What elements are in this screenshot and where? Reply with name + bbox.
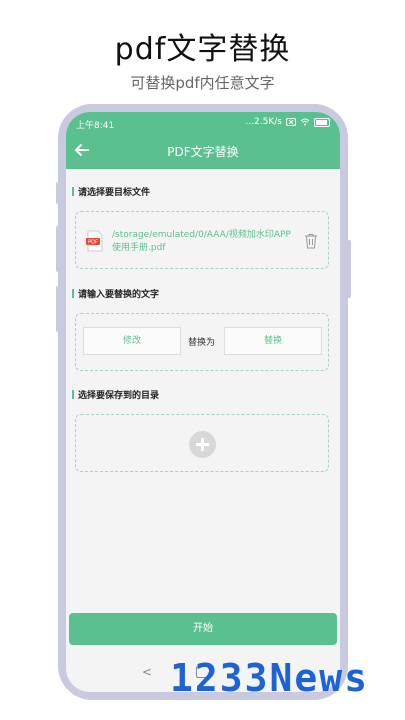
status-bar: 上午8:41 ...2.5K/s	[66, 112, 340, 134]
to-text-input[interactable]: 替换	[224, 327, 322, 355]
app-bar: 上午8:41 ...2.5K/s PDF文字替换	[66, 112, 340, 169]
promo-title: pdf文字替换	[114, 32, 291, 67]
battery-icon	[314, 117, 330, 127]
file-picker-box[interactable]: PDF /storage/emulated/0/AAA/视频加水印APP 使用手…	[75, 211, 329, 269]
save-dir-picker-box[interactable]	[75, 414, 329, 472]
section-label-replace: 请输入要替换的文字	[72, 287, 159, 300]
selected-file-path: /storage/emulated/0/AAA/视频加水印APP 使用手册.pd…	[112, 230, 291, 253]
sim-x-icon	[286, 118, 296, 126]
trash-icon[interactable]	[304, 233, 318, 249]
status-right: ...2.5K/s	[245, 117, 330, 127]
section-label-save-dir: 选择要保存到的目录	[72, 388, 159, 401]
phone-power-button	[346, 240, 351, 298]
phone-screen: 上午8:41 ...2.5K/s PDF文字替换 请选择要目标文件 PDF /s…	[66, 112, 340, 692]
pdf-file-icon: PDF	[86, 230, 103, 252]
replace-input-box: 修改 替换为 替换	[75, 313, 329, 371]
start-button[interactable]: 开始	[69, 613, 337, 645]
plus-circle-icon[interactable]	[189, 431, 216, 458]
page-title: PDF文字替换	[167, 145, 239, 159]
wifi-icon	[300, 118, 310, 126]
network-speed: ...2.5K/s	[245, 117, 282, 127]
replace-with-label: 替换为	[188, 338, 216, 348]
phone-side-button	[56, 226, 61, 272]
svg-text:PDF: PDF	[88, 240, 98, 246]
status-time: 上午8:41	[76, 121, 115, 131]
promo-subtitle: 可替换pdf内任意文字	[130, 74, 275, 92]
watermark-logo: 1233News	[170, 656, 370, 700]
nav-back-icon[interactable]: <	[142, 665, 152, 679]
section-label-file: 请选择要目标文件	[72, 185, 150, 198]
from-text-input[interactable]: 修改	[83, 327, 181, 355]
phone-side-button	[56, 182, 61, 204]
phone-side-button	[56, 286, 61, 332]
